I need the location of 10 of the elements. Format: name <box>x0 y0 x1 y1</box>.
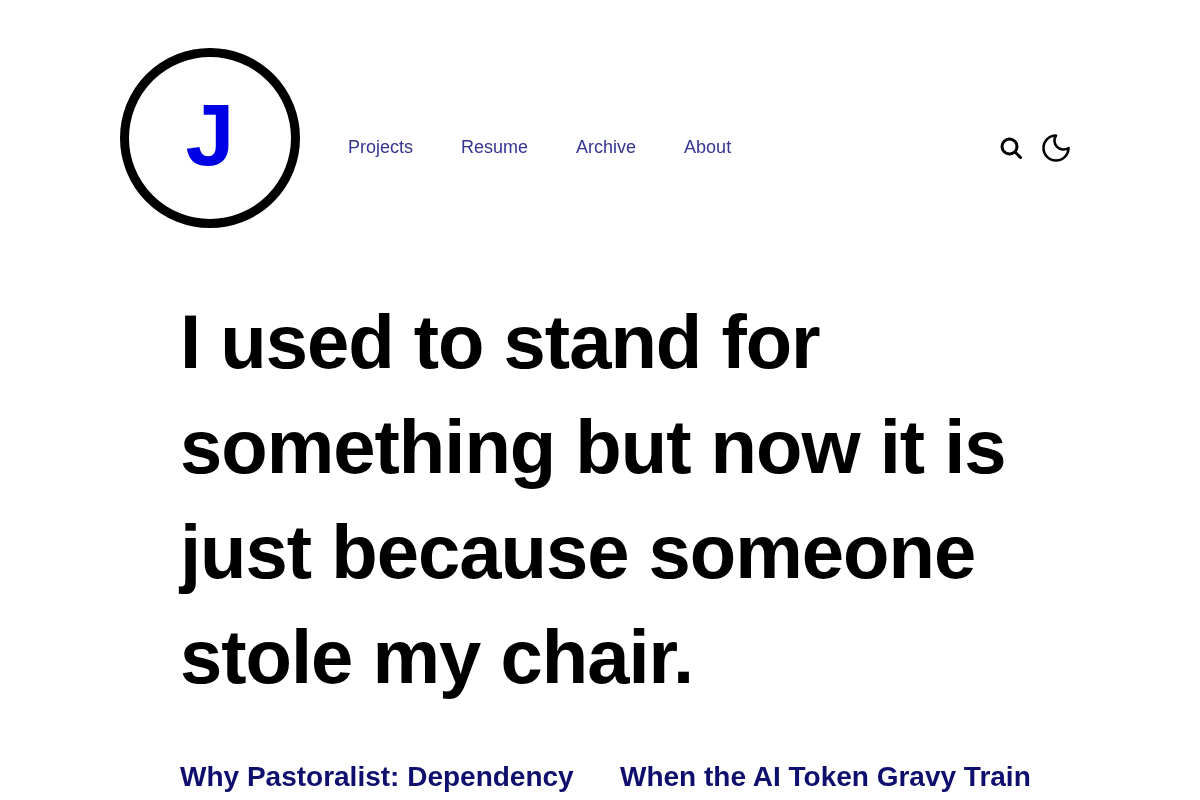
post-title-link[interactable]: Why Pastoralist: Dependency <box>180 761 574 792</box>
nav-link[interactable]: Projects <box>348 136 414 158</box>
nav-link[interactable]: About <box>684 136 732 158</box>
nav-link[interactable]: Resume <box>461 136 529 158</box>
headline: I used to stand for something but now it is just because someone stole my chair. <box>180 298 1007 701</box>
search-icon[interactable] <box>1000 137 1022 159</box>
post-title-link[interactable]: When the AI Token Gravy Train <box>620 761 1031 792</box>
logo-link[interactable]: J <box>120 48 300 228</box>
moon-icon[interactable] <box>1042 134 1070 162</box>
nav-link[interactable]: Archive <box>576 136 637 158</box>
